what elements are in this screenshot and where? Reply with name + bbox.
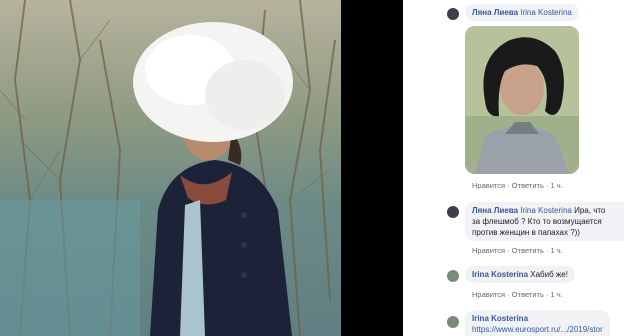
- comment-link[interactable]: https://www.eurosport.ru/.../2019/stor: [472, 325, 603, 334]
- separator: ·: [507, 181, 510, 190]
- photo-illustration: [0, 0, 336, 336]
- reply-link[interactable]: Ответить: [512, 181, 544, 190]
- comment-text-line3: против женщин в папахах ?)): [472, 228, 580, 237]
- comment-mention[interactable]: Irina Kosterina: [520, 8, 572, 17]
- separator: ·: [507, 246, 510, 255]
- divider-gap: [341, 0, 403, 336]
- separator: ·: [507, 290, 510, 299]
- comment-text-line2: за флешмоб ? Кто то возмущается: [472, 217, 602, 226]
- comments-panel: Ляна Лиева Irina Kosterina Нравится · От…: [403, 0, 624, 336]
- comment-actions: Нравится · Ответить · 1 ч.: [472, 246, 563, 255]
- comment-3: Irina Kosterina Хабиб же! Нравится · Отв…: [403, 264, 624, 304]
- comment-author[interactable]: Irina Kosterina: [472, 314, 528, 323]
- comment-bubble: Irina Kosterina Хабиб же!: [465, 266, 575, 283]
- post-photo[interactable]: [0, 0, 341, 336]
- separator: ·: [545, 246, 549, 255]
- timestamp[interactable]: 1 ч.: [551, 181, 563, 190]
- timestamp[interactable]: 1 ч.: [551, 290, 563, 299]
- comment-mention[interactable]: Irina Kosterina: [520, 206, 572, 215]
- comment-bubble: Ляна Лиева Irina Kosterina Ира, что за ф…: [465, 202, 624, 241]
- comment-4: Irina Kosterina https://www.eurosport.ru…: [403, 306, 624, 336]
- user-avatar-icon[interactable]: [447, 206, 459, 218]
- like-link[interactable]: Нравится: [472, 290, 505, 299]
- separator: ·: [545, 181, 549, 190]
- comment-bubble: Irina Kosterina https://www.eurosport.ru…: [465, 310, 610, 336]
- comment-actions: Нравится · Ответить · 1 ч.: [472, 290, 563, 299]
- comment-author[interactable]: Irina Kosterina: [472, 270, 528, 279]
- comment-2: Ляна Лиева Irina Kosterina Ира, что за ф…: [403, 200, 624, 260]
- comment-actions: Нравится · Ответить · 1 ч.: [472, 181, 563, 190]
- comment-text: Хабиб же!: [530, 270, 568, 279]
- comment-author[interactable]: Ляна Лиева: [472, 206, 518, 215]
- user-avatar-icon[interactable]: [447, 270, 459, 282]
- like-link[interactable]: Нравится: [472, 181, 505, 190]
- reply-link[interactable]: Ответить: [512, 290, 544, 299]
- attachment-illustration: [465, 26, 579, 174]
- user-avatar-icon[interactable]: [447, 316, 459, 328]
- comment-1: Ляна Лиева Irina Kosterina Нравится · От…: [403, 0, 624, 195]
- reply-link[interactable]: Ответить: [512, 246, 544, 255]
- comment-text-line1: Ира, что: [574, 206, 606, 215]
- separator: ·: [545, 290, 549, 299]
- comment-author[interactable]: Ляна Лиева: [472, 8, 518, 17]
- user-avatar-icon[interactable]: [447, 8, 459, 20]
- timestamp[interactable]: 1 ч.: [551, 246, 563, 255]
- comment-photo-attachment[interactable]: [465, 26, 579, 174]
- comment-bubble: Ляна Лиева Irina Kosterina: [465, 4, 579, 21]
- like-link[interactable]: Нравится: [472, 246, 505, 255]
